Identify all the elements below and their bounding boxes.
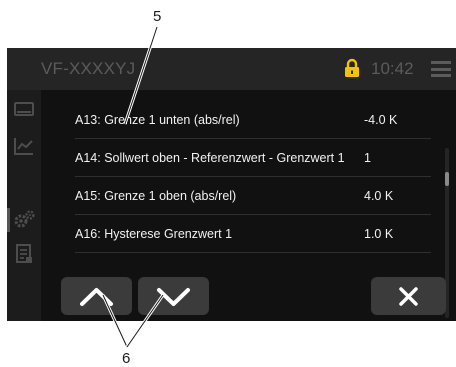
- callout-label-5: 5: [153, 8, 162, 25]
- device-id: VF-XXXXYJ: [41, 59, 136, 78]
- parameter-label: A16: Hysterese Grenzwert 1: [75, 227, 233, 241]
- active-indicator: [7, 208, 10, 232]
- chevron-down-icon: [157, 288, 190, 306]
- scroll-up-button[interactable]: [61, 277, 132, 315]
- scrollbar-thumb[interactable]: [445, 172, 449, 186]
- hamburger-menu-icon[interactable]: [431, 61, 451, 77]
- parameter-label: A15: Grenze 1 oben (abs/rel): [75, 189, 237, 203]
- parameter-row[interactable]: A14: Sollwert oben - Referenzwert - Gren…: [75, 139, 431, 177]
- chevron-up-icon: [80, 288, 113, 306]
- manual-figure: 5 6 VF-XXXXYJ 10:42 A13: Grenze 1 unten …: [0, 0, 456, 367]
- callout-label-6: 6: [122, 350, 131, 367]
- parameter-row[interactable]: A13: Grenze 1 unten (abs/rel) -4.0 K: [75, 101, 431, 139]
- parameter-value: 1: [364, 151, 371, 165]
- close-button[interactable]: [371, 277, 446, 315]
- parameter-row[interactable]: A15: Grenze 1 oben (abs/rel) 4.0 K: [75, 177, 431, 215]
- settings-gears-icon[interactable]: [12, 208, 36, 232]
- parameter-value: 4.0 K: [364, 189, 394, 203]
- device-screen: VF-XXXXYJ 10:42 A13: Grenze 1 unten (abs…: [7, 48, 456, 321]
- parameter-label: A13: Grenze 1 unten (abs/rel): [75, 113, 240, 127]
- close-icon: [399, 287, 418, 306]
- clock-time: 10:42: [371, 59, 414, 78]
- scroll-down-button[interactable]: [138, 277, 209, 315]
- parameter-list: A13: Grenze 1 unten (abs/rel) -4.0 K A14…: [41, 90, 456, 321]
- sidebar: [7, 90, 41, 321]
- parameter-label: A14: Sollwert oben - Referenzwert - Gren…: [75, 151, 345, 165]
- parameter-row[interactable]: A16: Hysterese Grenzwert 1 1.0 K: [75, 215, 431, 253]
- parameter-value: 1.0 K: [364, 227, 394, 241]
- display-icon[interactable]: [12, 98, 36, 122]
- lock-icon[interactable]: [344, 58, 360, 78]
- document-icon[interactable]: [12, 242, 36, 266]
- parameter-value: -4.0 K: [364, 113, 398, 127]
- chart-icon[interactable]: [12, 134, 36, 158]
- status-bar: VF-XXXXYJ 10:42: [7, 48, 456, 90]
